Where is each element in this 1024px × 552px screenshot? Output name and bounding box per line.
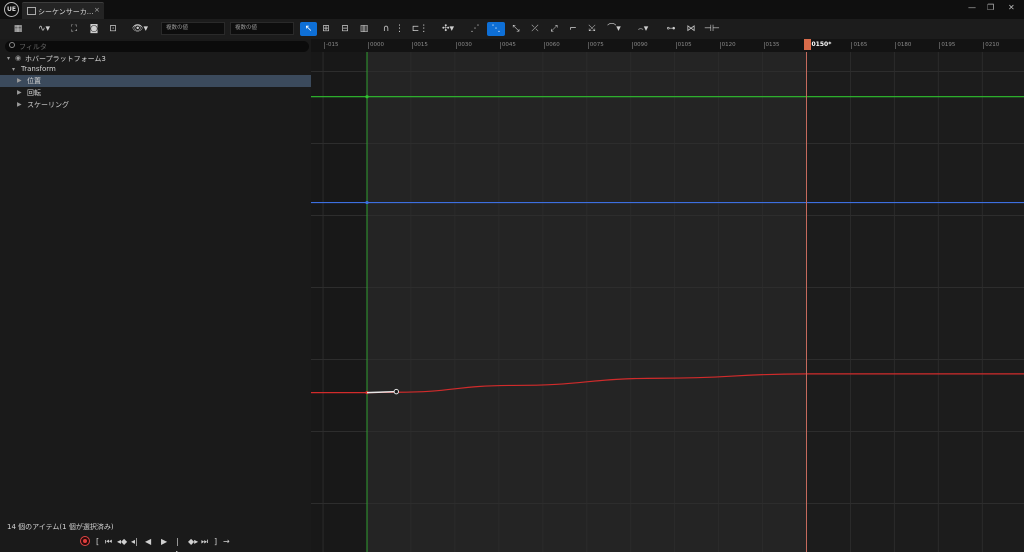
- snap-magnet-icon[interactable]: ∩: [380, 22, 392, 36]
- ruler-tick-label: 0135: [763, 42, 780, 49]
- frame-all-icon[interactable]: ◙: [88, 22, 100, 36]
- step-back-icon[interactable]: ◂|: [131, 536, 138, 547]
- collapse-arrow-icon[interactable]: ▾: [7, 55, 10, 62]
- flatten-tangents-icon[interactable]: ⊶: [664, 22, 678, 36]
- loop-mode-icon[interactable]: →: [223, 536, 230, 547]
- unreal-logo-icon: UE: [4, 2, 19, 17]
- ruler-tick-label: 0210: [983, 42, 1000, 49]
- tab-close-icon[interactable]: ×: [94, 6, 100, 14]
- key-value-field[interactable]: 複数の値: [230, 22, 294, 35]
- curve-editor-graph[interactable]: -015 0000 0015 0030 0045 0060 0075 0090 0105 0120…: [311, 39, 1024, 552]
- title-bar: UE シーケンサーカ... × — ❐ ✕: [0, 0, 1024, 19]
- tab-label: シーケンサーカ...: [38, 8, 94, 16]
- search-icon: [9, 42, 15, 48]
- restore-button[interactable]: ❐: [987, 3, 994, 12]
- ruler-tick-label: 0180: [895, 42, 912, 49]
- curve-mode-dropdown-icon[interactable]: ∿▾: [35, 22, 53, 36]
- ruler-tick-label: 0165: [851, 42, 868, 49]
- post-range-region: [806, 52, 1024, 552]
- curve-toolbar: ▦ ∿▾ ⛶ ◙ ⊡ 👁▾ 複数の値 複数の値 ↖ ⊞ ⊟ ▥ ∩ ⋮ ⊏⋮ ✣…: [0, 19, 1024, 39]
- tangent-break-icon[interactable]: ⤫: [528, 22, 542, 36]
- tree-item-label: Transform: [21, 65, 56, 73]
- view-options-eye-icon[interactable]: 👁▾: [130, 22, 150, 36]
- tab-sequencer-curve[interactable]: シーケンサーカ... ×: [22, 2, 104, 19]
- frame-selection-icon[interactable]: ⛶: [68, 22, 80, 36]
- pre-range-region: [311, 52, 367, 552]
- filter-placeholder: フィルタ: [19, 43, 47, 51]
- ruler-tick-label: 0075: [587, 42, 604, 49]
- post-infinity-dropdown-icon[interactable]: ⌢▾: [633, 22, 653, 36]
- tree-item-scale[interactable]: ▶ スケーリング: [0, 99, 311, 111]
- ruler-tick-label: 0060: [543, 42, 560, 49]
- set-end-icon[interactable]: ]: [214, 536, 217, 547]
- ruler-tick-label: -015: [323, 42, 339, 49]
- prev-key-icon[interactable]: ◂◆: [117, 536, 127, 547]
- jump-to-start-icon[interactable]: ⏮: [105, 536, 112, 547]
- minimize-button[interactable]: —: [968, 3, 976, 12]
- tree-item-label: スケーリング: [27, 101, 69, 109]
- snap-options-icon[interactable]: ⋮: [395, 22, 404, 36]
- set-start-icon[interactable]: [: [96, 536, 99, 547]
- multi-select-tool-icon[interactable]: ▥: [358, 22, 370, 36]
- play-reverse-icon[interactable]: ◀: [145, 536, 151, 547]
- ruler-tick-label: 0015: [411, 42, 428, 49]
- expand-arrow-icon[interactable]: ▶: [17, 89, 22, 96]
- tree-item-label: 位置: [27, 77, 41, 85]
- filter-search-input[interactable]: フィルタ: [5, 41, 309, 52]
- tree-item-rotation[interactable]: ▶ 回転: [0, 87, 311, 99]
- tangent-linear-icon[interactable]: ⤢: [547, 22, 561, 36]
- step-forward-icon[interactable]: |▸: [176, 536, 180, 552]
- jump-to-end-icon[interactable]: ⏭: [201, 536, 208, 547]
- time-ruler[interactable]: -015 0000 0015 0030 0045 0060 0075 0090 0105 0120…: [311, 39, 1024, 52]
- straighten-tangents-icon[interactable]: ⋈: [684, 22, 698, 36]
- curve-editor-icon: [27, 7, 36, 15]
- curve-graph-svg[interactable]: [311, 52, 1024, 552]
- filter-curves-icon[interactable]: ⊣⊢: [704, 22, 720, 36]
- actor-icon: ◉: [15, 54, 22, 62]
- tangent-smart-auto-icon[interactable]: ⋱: [487, 22, 505, 36]
- tangent-auto-icon[interactable]: ⋰: [468, 22, 482, 36]
- time-value-field[interactable]: 複数の値: [161, 22, 225, 35]
- curve-outliner-panel: フィルタ ▾ ◉ ホバープラットフォーム3 ▾ Transform ▶ 位置 ▶…: [0, 39, 311, 552]
- curve-key: [365, 95, 369, 99]
- ruler-tick-label: 0000: [368, 42, 384, 49]
- tangent-handle-point: [393, 388, 400, 395]
- fit-view-icon[interactable]: ⊡: [107, 22, 119, 36]
- axis-snap-dropdown-icon[interactable]: ✣▾: [438, 22, 458, 36]
- playhead-frame-label: 0150*: [811, 41, 832, 48]
- expand-arrow-icon[interactable]: ▶: [17, 101, 22, 108]
- expand-arrow-icon[interactable]: ▶: [17, 77, 22, 84]
- ruler-tick-label: 0045: [499, 42, 516, 49]
- tangent-constant-icon[interactable]: ⌐: [566, 22, 580, 36]
- close-window-button[interactable]: ✕: [1008, 3, 1015, 12]
- next-key-icon[interactable]: ◆▸: [188, 536, 198, 547]
- pre-infinity-dropdown-icon[interactable]: ⌒▾: [604, 22, 624, 36]
- play-icon[interactable]: ▶: [161, 536, 167, 547]
- save-icon[interactable]: ▦: [12, 22, 24, 36]
- select-tool-icon[interactable]: ↖: [300, 22, 317, 36]
- curve-key: [365, 200, 369, 205]
- record-button[interactable]: [80, 536, 90, 546]
- ruler-tick-label: 0090: [631, 42, 648, 49]
- ruler-tick-label: 0030: [455, 42, 472, 49]
- transform-tool-icon[interactable]: ⊞: [320, 22, 332, 36]
- tree-item-label: 回転: [27, 89, 41, 97]
- time-snap-icon[interactable]: ⊏⋮: [408, 22, 432, 36]
- ruler-tick-label: 0105: [675, 42, 692, 49]
- ruler-tick-label: 0195: [939, 42, 956, 49]
- retime-tool-icon[interactable]: ⊟: [339, 22, 351, 36]
- collapse-arrow-icon[interactable]: ▾: [12, 66, 15, 73]
- tangent-weighted-icon[interactable]: ⤩: [585, 22, 599, 36]
- tangent-user-icon[interactable]: ⤡: [509, 22, 523, 36]
- tree-item-location[interactable]: ▶ 位置: [0, 75, 311, 87]
- selection-status-text: 14 個のアイテム(1 個が選択済み): [7, 523, 114, 531]
- tree-item-label: ホバープラットフォーム3: [25, 55, 106, 63]
- tangent-handle: [366, 390, 397, 394]
- playhead-handle[interactable]: [803, 39, 811, 50]
- ruler-tick-label: 0120: [719, 42, 736, 49]
